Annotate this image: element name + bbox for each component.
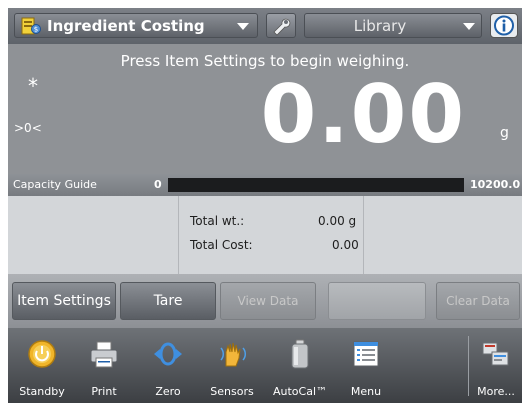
autocal-label: AutoCal™ (272, 385, 328, 398)
printer-icon (90, 341, 118, 368)
standby-label: Standby (19, 385, 65, 398)
item-settings-button[interactable]: Item Settings (12, 282, 116, 320)
tare-button[interactable]: Tare (120, 282, 216, 320)
blank-softkey (328, 282, 426, 320)
weight-unit: g (500, 125, 509, 141)
capacity-guide: Capacity Guide 0 10200.0 (8, 174, 522, 196)
total-weight-label: Total wt.: (190, 214, 245, 228)
balance-screen: $ Ingredient Costing Library Press Item … (8, 8, 522, 403)
chevron-down-icon (463, 23, 475, 30)
print-label: Print (91, 385, 117, 398)
menu-icon (353, 341, 379, 367)
application-title: Ingredient Costing (47, 17, 205, 35)
clear-data-button[interactable]: Clear Data (436, 282, 520, 320)
standby-button[interactable]: Standby (12, 328, 72, 403)
sensors-label: Sensors (210, 385, 254, 398)
standby-icon (28, 340, 56, 368)
info-button[interactable] (490, 13, 518, 38)
total-cost-label: Total Cost: (190, 238, 253, 252)
print-button[interactable]: Print (74, 328, 134, 403)
center-zero-indicator: >0< (14, 121, 42, 135)
weight-readout: 0.00 (260, 68, 466, 161)
menu-label: Menu (350, 385, 382, 398)
svg-text:$: $ (34, 26, 38, 34)
capacity-min: 0 (154, 178, 162, 191)
wrench-icon (273, 18, 291, 36)
total-cost-value: 0.00 (332, 238, 359, 252)
menu-button[interactable]: Menu (336, 328, 396, 403)
capacity-bar (168, 178, 464, 192)
library-dropdown[interactable]: Library (304, 13, 482, 38)
library-label: Library (353, 17, 407, 35)
more-button[interactable]: More... (470, 328, 522, 403)
zero-button[interactable]: Zero (138, 328, 198, 403)
sensors-button[interactable]: Sensors (202, 328, 262, 403)
stable-indicator: * (28, 74, 38, 98)
results-panel: Total wt.: 0.00 g Total Cost: 0.00 (8, 196, 522, 274)
autocal-button[interactable]: AutoCal™ (270, 328, 330, 403)
panel-divider (363, 196, 364, 274)
more-icon (482, 342, 509, 366)
capacity-guide-label: Capacity Guide (13, 178, 97, 191)
total-weight-value: 0.00 g (318, 214, 357, 228)
hand-sensor-icon (220, 342, 247, 367)
navigation-bar: Standby Print Zero Sensors AutoCal™ Menu… (8, 328, 522, 403)
ingredient-costing-icon: $ (21, 17, 41, 35)
zero-icon (154, 342, 182, 366)
zero-label: Zero (155, 385, 181, 398)
application-dropdown[interactable]: $ Ingredient Costing (14, 13, 258, 38)
top-bar: $ Ingredient Costing Library (8, 8, 522, 44)
panel-divider (178, 196, 179, 274)
nav-divider (468, 336, 469, 396)
view-data-button[interactable]: View Data (220, 282, 316, 320)
application-settings-button[interactable] (266, 13, 296, 38)
softkey-bar: Item Settings Tare View Data Clear Data (8, 274, 522, 328)
info-icon (494, 15, 514, 36)
calibration-weight-icon (291, 339, 309, 369)
more-label: More... (477, 385, 515, 398)
capacity-max: 10200.0 (470, 178, 521, 191)
chevron-down-icon (237, 23, 249, 30)
